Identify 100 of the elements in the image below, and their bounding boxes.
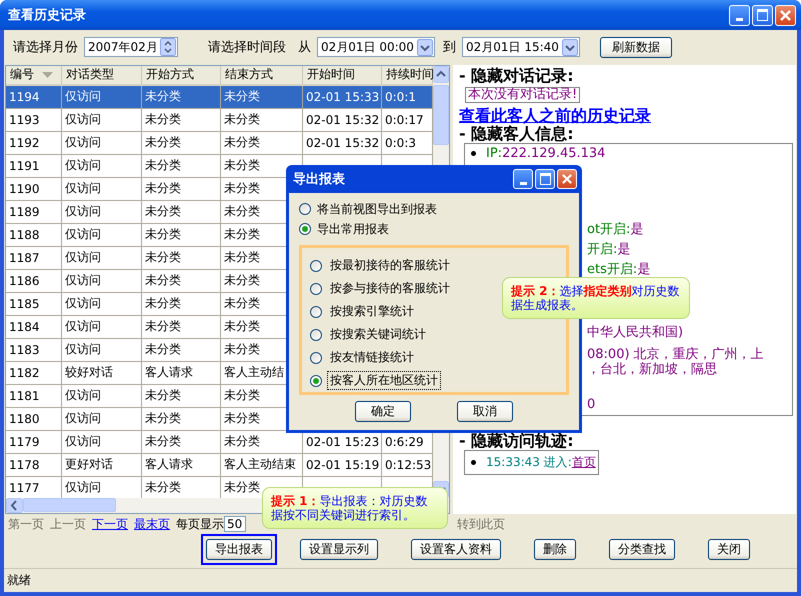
info-line: 0: [587, 396, 596, 413]
page-link[interactable]: 最末页: [134, 516, 170, 533]
scroll-thumb[interactable]: [23, 498, 116, 512]
table-row[interactable]: 1192 仅访问 未分类 未分类 02-01 15:32 0:0:3: [6, 132, 433, 155]
time-range-label: 请选择时间段: [208, 39, 286, 56]
table-cell: 仅访问: [65, 226, 101, 244]
table-cell: 1182: [9, 366, 40, 380]
radio-button[interactable]: [310, 260, 322, 272]
column-header[interactable]: 开始时间: [303, 66, 382, 84]
table-cell: 02-01 15:33: [306, 90, 380, 104]
scroll-thumb[interactable]: [433, 84, 449, 145]
close-icon[interactable]: [775, 4, 796, 26]
table-cell: 仅访问: [65, 341, 101, 358]
maximize-icon[interactable]: [752, 4, 773, 26]
table-cell: 更好对话: [65, 456, 113, 474]
history-link[interactable]: 查看此客人之前的历史记录: [459, 106, 796, 125]
table-cell: 未分类: [224, 479, 260, 496]
table-cell: 仅访问: [65, 479, 101, 496]
column-header[interactable]: 结束方式: [221, 66, 303, 84]
table-cell: 1178: [9, 458, 40, 472]
action-button[interactable]: 分类查找: [609, 539, 675, 560]
table-cell: 02-01 15:32: [306, 136, 380, 150]
table-cell: 客人请求: [145, 364, 193, 382]
action-button[interactable]: 设置显示列: [300, 539, 378, 560]
dialog-button[interactable]: 确定: [355, 401, 411, 422]
table-cell: 客人请求: [145, 456, 193, 474]
visit-time: 15:33:43 进入:: [486, 454, 572, 471]
table-cell: 仅访问: [65, 387, 101, 404]
per-page-label: 每页显示: [176, 516, 224, 533]
table-cell: 0:6:29: [385, 434, 424, 449]
column-header[interactable]: 对话类型: [62, 66, 142, 84]
scroll-up-icon[interactable]: [433, 66, 449, 83]
table-cell: 1180: [9, 412, 40, 426]
scroll-left-icon[interactable]: [6, 498, 23, 513]
radio-button[interactable]: [310, 306, 322, 318]
table-cell: 未分类: [224, 318, 260, 336]
table-cell: 1185: [9, 296, 40, 311]
page-link[interactable]: 下一页: [92, 516, 128, 533]
table-cell: 1191: [9, 158, 40, 173]
table-cell: 未分类: [224, 433, 260, 450]
per-page-field[interactable]: 50: [224, 516, 246, 532]
radio-button[interactable]: [310, 374, 322, 386]
table-cell: 未分类: [224, 249, 260, 266]
table-cell: 仅访问: [65, 88, 101, 106]
table-row[interactable]: 1178 更好对话 客人请求 客人主动结束 02-01 15:19 0:12:53: [6, 454, 433, 477]
table-cell: 未分类: [145, 410, 181, 428]
radio-button[interactable]: [310, 328, 322, 340]
radio-button[interactable]: [299, 203, 311, 215]
close-icon[interactable]: [557, 169, 577, 189]
table-cell: 0:0:17: [385, 112, 424, 127]
table-cell: 1192: [9, 136, 40, 150]
from-dropdown[interactable]: 02月01日 00:00: [317, 37, 435, 58]
table-cell: 未分类: [145, 249, 181, 266]
refresh-button[interactable]: 刷新数据: [600, 36, 672, 58]
table-cell: 仅访问: [65, 180, 101, 198]
table-cell: 仅访问: [65, 295, 101, 312]
table-cell: 未分类: [224, 180, 260, 198]
minimize-icon[interactable]: [513, 169, 533, 189]
info-line: 开启:是: [587, 242, 630, 258]
table-cell: 客人主动结束: [224, 456, 296, 474]
minimize-icon[interactable]: [729, 4, 750, 26]
column-header[interactable]: 开始方式: [142, 66, 221, 84]
info-line: IP:222.129.45.134: [471, 146, 606, 162]
maximize-icon[interactable]: [535, 169, 555, 189]
dialog-button[interactable]: 取消: [457, 401, 513, 422]
column-header[interactable]: 编号: [6, 66, 62, 84]
radio-button[interactable]: [310, 282, 322, 294]
table-cell: 仅访问: [65, 410, 101, 428]
action-button[interactable]: 设置客人资料: [411, 539, 501, 560]
table-cell: 1179: [9, 434, 40, 449]
table-row[interactable]: 1193 仅访问 未分类 未分类 02-01 15:32 0:0:17: [6, 108, 433, 132]
to-dropdown[interactable]: 02月01日 15:40: [462, 37, 580, 58]
table-row[interactable]: 1194 仅访问 未分类 未分类 02-01 15:33 0:0:1: [6, 86, 433, 109]
table-cell: 较好对话: [65, 364, 113, 382]
table-cell: 仅访问: [65, 203, 101, 220]
no-chat-notice: 本次没有对话记录!: [465, 86, 580, 103]
section-heading[interactable]: - 隐藏访问轨迹:: [459, 432, 796, 450]
table-cell: 未分类: [145, 88, 181, 106]
month-spinner[interactable]: 2007年02月: [84, 37, 178, 58]
radio-button[interactable]: [299, 223, 311, 235]
table-cell: 1188: [9, 228, 40, 242]
action-button[interactable]: 关闭: [708, 539, 750, 560]
bullet-icon: [471, 460, 476, 465]
table-cell: 1194: [9, 90, 40, 104]
spin-arrows-icon[interactable]: [160, 38, 176, 56]
table-cell: 未分类: [145, 180, 181, 198]
window-title: 查看历史记录: [8, 7, 86, 24]
section-heading[interactable]: - 隐藏客人信息:: [459, 124, 796, 143]
page-link[interactable]: 首页: [572, 454, 596, 471]
table-cell: 未分类: [145, 157, 181, 174]
action-button[interactable]: 删除: [534, 539, 576, 560]
radio-button[interactable]: [310, 352, 322, 364]
to-label: 到: [443, 39, 456, 56]
action-button[interactable]: 导出报表: [206, 539, 272, 560]
status-text: 就绪: [7, 572, 31, 589]
table-cell: 未分类: [224, 134, 260, 152]
section-heading[interactable]: - 隐藏对话记录:: [459, 66, 796, 85]
table-cell: 仅访问: [65, 134, 101, 152]
table-cell: 客人主动结: [224, 364, 284, 382]
table-cell: 02-01 15:23: [306, 434, 380, 449]
